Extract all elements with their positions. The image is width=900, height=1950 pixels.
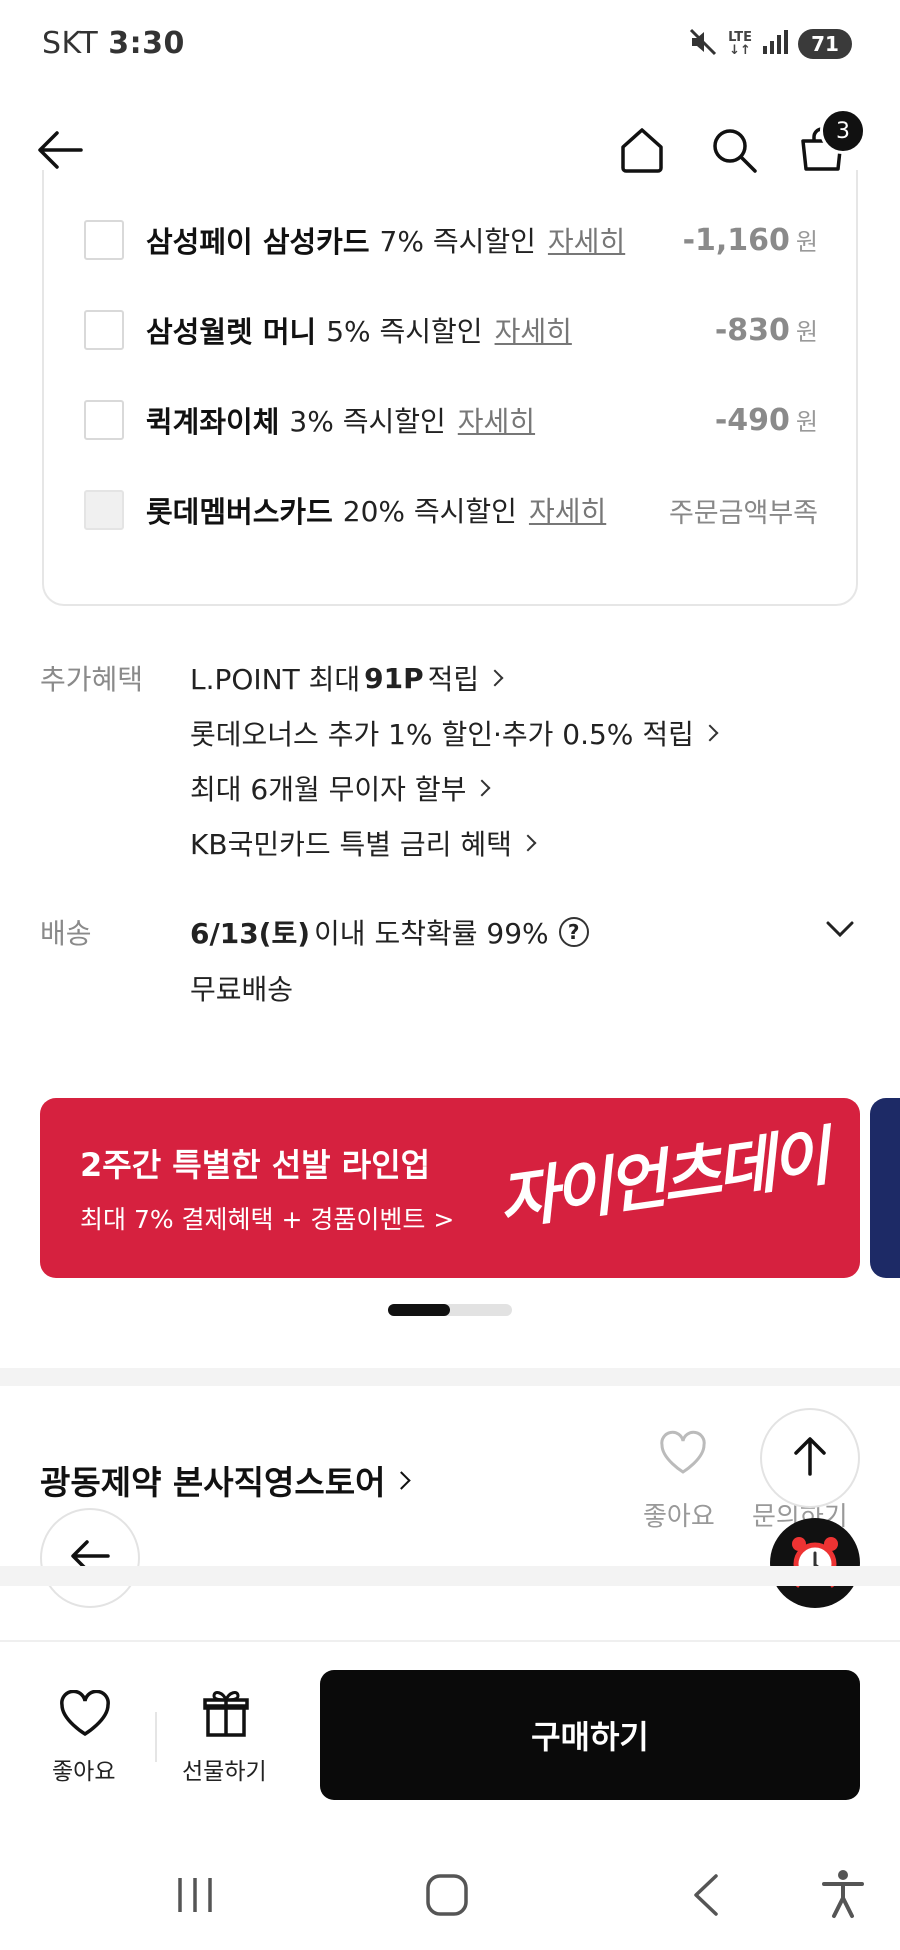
status-bar-right: LTE ↓↑ 71: [688, 26, 852, 62]
payment-discount-list: 삼성페이 삼성카드 7% 즉시할인 자세히 -1,160 원 삼성월렛 머니 5%…: [42, 170, 858, 606]
store-like-label: 좋아요: [643, 1502, 715, 1532]
chevron-down-icon[interactable]: [820, 912, 860, 946]
heart-icon[interactable]: [658, 1430, 708, 1476]
details-link[interactable]: 자세히: [529, 490, 606, 530]
chevron-right-icon: [519, 834, 537, 852]
insufficient-amount-note: 주문금액부족: [668, 497, 818, 529]
clock: 3:30: [108, 26, 185, 61]
payment-name: 롯데멤버스카드: [146, 495, 333, 529]
banner-subtitle: 최대 7% 결제혜택 + 경품이벤트 >: [80, 1205, 455, 1234]
payment-discount-desc: 7% 즉시할인: [379, 225, 536, 258]
accessibility-icon[interactable]: [818, 1868, 868, 1920]
section-divider: [0, 1566, 900, 1586]
network-type: LTE ↓↑: [728, 30, 752, 58]
banner-title: 2주간 특별한 선발 라인업: [80, 1146, 431, 1184]
alarm-button[interactable]: [770, 1518, 860, 1608]
gift-icon[interactable]: [196, 1688, 256, 1742]
payment-name: 삼성페이 삼성카드: [146, 225, 370, 259]
status-bar-left: SKT 3:30: [42, 26, 185, 61]
benefit-installment[interactable]: 최대 6개월 무이자 할부: [190, 768, 491, 808]
checkbox-disabled: [84, 490, 124, 530]
payment-discount-desc: 3% 즉시할인: [289, 405, 446, 438]
gift-label[interactable]: 선물하기: [182, 1752, 267, 1786]
payment-option-row[interactable]: 삼성월렛 머니 5% 즉시할인 자세히 -830 원: [84, 300, 818, 360]
discount-amount: -830 원: [714, 313, 818, 348]
back-floating-button[interactable]: [40, 1508, 140, 1608]
payment-option-row[interactable]: 삼성페이 삼성카드 7% 즉시할인 자세히 -1,160 원: [84, 210, 818, 270]
details-link[interactable]: 자세히: [458, 400, 535, 440]
payment-option-row[interactable]: 퀵계좌이체 3% 즉시할인 자세히 -490 원: [84, 390, 818, 450]
store-link[interactable]: 광동제약 본사직영스토어: [40, 1456, 412, 1504]
delivery-probability: 이내 도착확률 99%: [314, 917, 549, 950]
carrier-label: SKT: [42, 26, 99, 61]
checkbox[interactable]: [84, 400, 124, 440]
delivery-estimate: 6/13(토) 이내 도착확률 99% ?: [190, 912, 589, 952]
payment-name: 삼성월렛 머니: [146, 315, 317, 349]
checkbox[interactable]: [84, 310, 124, 350]
delivery-date: 6/13(토): [190, 917, 311, 950]
help-icon[interactable]: ?: [558, 917, 589, 947]
signal-icon: [762, 29, 788, 59]
benefit-lotte-owners[interactable]: 롯데오너스 추가 1% 할인·추가 0.5% 적립: [190, 713, 719, 753]
banner-logo: 자이언츠데이: [493, 1119, 831, 1240]
divider: [155, 1712, 157, 1762]
discount-amount: -490 원: [714, 403, 818, 438]
benefit-kb-card[interactable]: KB국민카드 특별 금리 혜택: [190, 823, 537, 863]
home-nav-icon[interactable]: [424, 1872, 470, 1918]
payment-discount-desc: 5% 즉시할인: [326, 315, 483, 348]
payment-name: 퀵계좌이체: [146, 405, 280, 439]
chevron-right-icon: [701, 724, 719, 742]
chevron-right-icon: [486, 669, 504, 687]
discount-amount: -1,160 원: [682, 223, 818, 258]
banner-pagination-indicator: [388, 1304, 450, 1316]
chevron-right-icon: [473, 779, 491, 797]
scroll-top-button[interactable]: [760, 1408, 860, 1508]
arrow-up-icon: [792, 1436, 828, 1480]
details-link[interactable]: 자세히: [548, 220, 625, 260]
delivery-label: 배송: [40, 917, 92, 950]
chevron-right-icon: [392, 1470, 412, 1490]
like-heart-icon[interactable]: [52, 1690, 118, 1740]
back-nav-icon[interactable]: [684, 1872, 730, 1918]
section-divider: [0, 1368, 900, 1386]
buy-button[interactable]: 구매하기: [320, 1670, 860, 1800]
checkbox[interactable]: [84, 220, 124, 260]
payment-discount-desc: 20% 즉시할인: [342, 495, 517, 528]
details-link[interactable]: 자세히: [495, 310, 572, 350]
cart-count-badge: 3: [820, 108, 866, 154]
delivery-fee: 무료배송: [190, 973, 294, 1006]
payment-option-row: 롯데멤버스카드 20% 즉시할인 자세히 주문금액부족: [84, 480, 818, 540]
battery-icon: 71: [798, 29, 852, 59]
promo-banner[interactable]: 2주간 특별한 선발 라인업 최대 7% 결제혜택 + 경품이벤트 > 자이언츠…: [40, 1098, 860, 1278]
recent-apps-icon[interactable]: [172, 1872, 218, 1918]
next-banner-peek[interactable]: [870, 1098, 900, 1278]
like-label[interactable]: 좋아요: [52, 1752, 115, 1786]
mute-icon: [688, 27, 718, 61]
benefits-label: 추가혜택: [40, 663, 144, 696]
benefit-lpoint[interactable]: L.POINT 최대 91P 적립: [190, 658, 504, 698]
